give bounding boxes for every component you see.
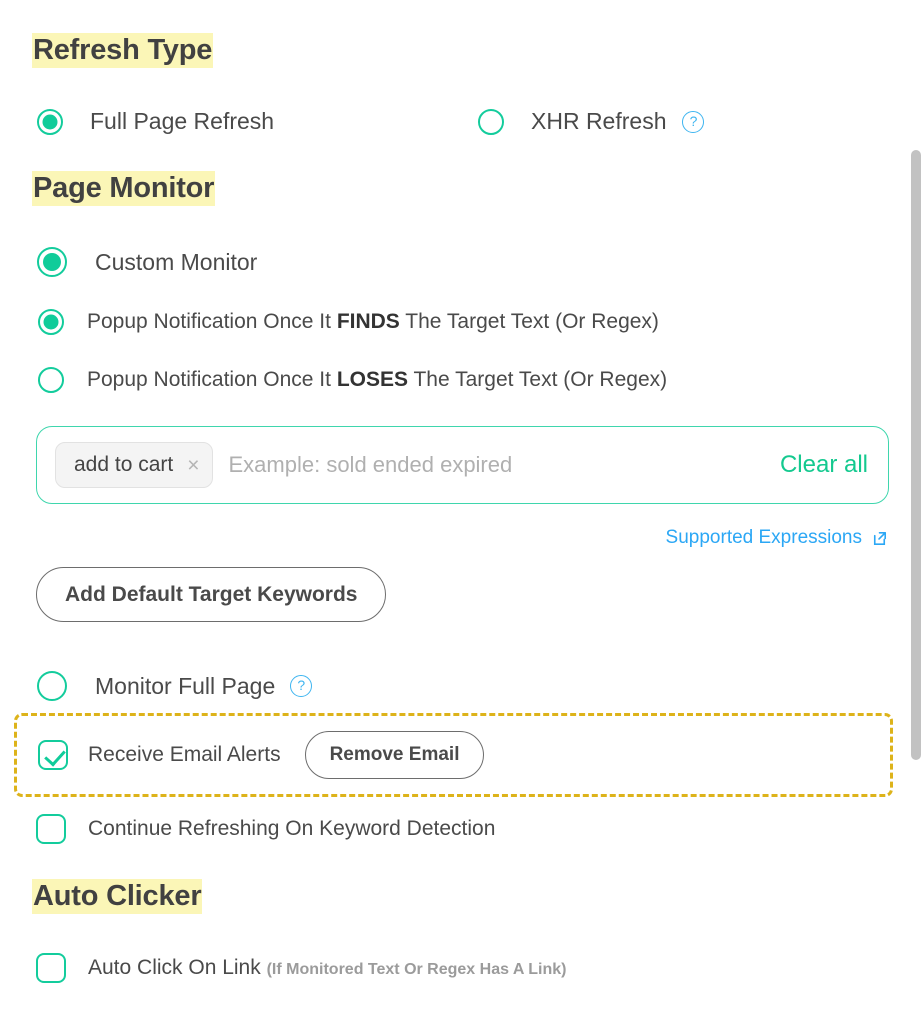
vertical-scrollbar-thumb[interactable] <box>911 150 921 760</box>
auto-clicker-heading: Auto Clicker <box>32 879 203 914</box>
radio-option-custom-monitor[interactable]: Custom Monitor <box>37 247 257 277</box>
radio-popup-loses-prefix: Popup Notification Once It <box>87 368 337 391</box>
auto-click-on-link-text: Auto Click On Link <box>88 956 261 979</box>
checkbox-auto-click-on-link[interactable] <box>36 953 66 983</box>
radio-popup-loses-suffix: The Target Text (Or Regex) <box>408 368 668 391</box>
keyword-chip[interactable]: add to cart × <box>55 442 213 488</box>
radio-option-popup-finds[interactable]: Popup Notification Once It FINDS The Tar… <box>38 309 659 335</box>
continue-refreshing-label: Continue Refreshing On Keyword Detection <box>88 817 496 840</box>
refresh-type-heading: Refresh Type <box>32 33 214 68</box>
radio-option-full-page-refresh[interactable]: Full Page Refresh <box>37 108 274 135</box>
supported-expressions-link[interactable]: Supported Expressions <box>666 527 889 549</box>
keyword-input-placeholder[interactable]: Example: sold ended expired <box>229 452 780 478</box>
radio-popup-loses-emphasis: LOSES <box>336 368 408 391</box>
radio-popup-finds-suffix: The Target Text (Or Regex) <box>399 310 659 333</box>
keyword-chip-remove-icon[interactable]: × <box>187 455 199 476</box>
settings-panel: Refresh Type Full Page Refresh XHR Refre… <box>0 0 923 1017</box>
radio-option-monitor-full-page[interactable]: Monitor Full Page ? <box>37 671 313 701</box>
radio-option-xhr-refresh[interactable]: XHR Refresh ? <box>478 108 705 135</box>
add-default-target-keywords-button[interactable]: Add Default Target Keywords <box>36 567 387 622</box>
checkbox-continue-refreshing[interactable] <box>36 814 66 844</box>
keyword-chip-label: add to cart <box>74 453 174 476</box>
radio-custom-monitor-indicator[interactable] <box>37 247 67 277</box>
remove-email-button[interactable]: Remove Email <box>304 731 485 779</box>
supported-expressions-label: Supported Expressions <box>665 527 862 548</box>
radio-full-page-refresh-label: Full Page Refresh <box>90 108 275 134</box>
clear-all-button[interactable]: Clear all <box>780 451 868 479</box>
checkbox-option-continue-refreshing[interactable]: Continue Refreshing On Keyword Detection <box>36 814 495 844</box>
refresh-type-heading-text: Refresh Type <box>32 33 214 68</box>
radio-xhr-refresh-indicator[interactable] <box>478 108 504 135</box>
help-icon[interactable]: ? <box>290 675 313 697</box>
auto-click-on-link-label: Auto Click On Link (If Monitored Text Or… <box>88 956 566 980</box>
page-monitor-heading-text: Page Monitor <box>32 171 216 206</box>
radio-popup-loses-label: Popup Notification Once It LOSES The Tar… <box>87 368 667 392</box>
radio-popup-finds-emphasis: FINDS <box>336 310 400 333</box>
external-link-icon <box>870 529 889 548</box>
auto-click-on-link-note: (If Monitored Text Or Regex Has A Link) <box>266 961 567 978</box>
page-monitor-heading: Page Monitor <box>32 171 216 206</box>
receive-email-alerts-label: Receive Email Alerts <box>88 743 281 766</box>
auto-clicker-heading-text: Auto Clicker <box>32 879 203 914</box>
radio-popup-finds-label: Popup Notification Once It FINDS The Tar… <box>87 310 659 334</box>
radio-option-popup-loses[interactable]: Popup Notification Once It LOSES The Tar… <box>38 367 667 393</box>
email-alerts-highlight-box: Receive Email Alerts Remove Email <box>14 713 893 797</box>
target-keywords-input[interactable]: add to cart × Example: sold ended expire… <box>36 426 889 504</box>
radio-monitor-full-page-label: Monitor Full Page <box>95 672 276 699</box>
radio-full-page-refresh-indicator[interactable] <box>37 108 63 135</box>
help-icon[interactable]: ? <box>682 110 705 133</box>
radio-popup-finds-indicator[interactable] <box>38 309 64 335</box>
radio-popup-finds-prefix: Popup Notification Once It <box>87 310 337 333</box>
radio-popup-loses-indicator[interactable] <box>38 367 64 393</box>
radio-monitor-full-page-indicator[interactable] <box>37 671 67 701</box>
checkbox-option-auto-click-on-link[interactable]: Auto Click On Link (If Monitored Text Or… <box>36 953 566 983</box>
radio-xhr-refresh-label: XHR Refresh <box>531 108 667 134</box>
checkbox-receive-email-alerts[interactable] <box>38 740 68 770</box>
radio-custom-monitor-label: Custom Monitor <box>95 248 258 275</box>
